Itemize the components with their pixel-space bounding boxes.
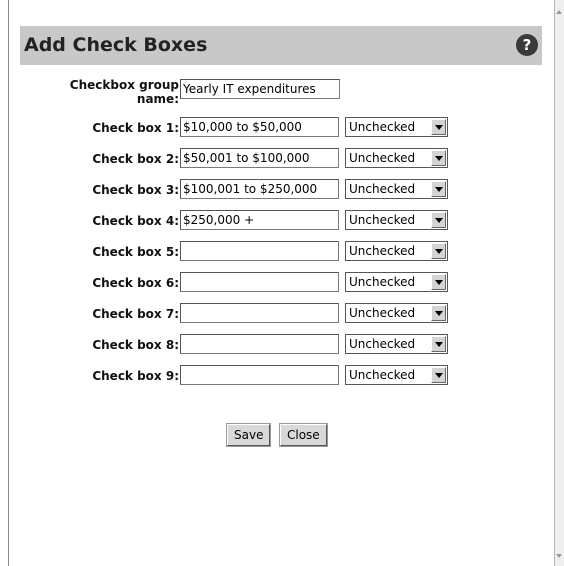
checkbox-row-2: Check box 2: Unchecked: [9, 148, 555, 172]
checkbox-6-state-select[interactable]: Unchecked: [345, 272, 448, 292]
checkbox-2-state-select[interactable]: Unchecked: [345, 148, 448, 168]
checkbox-9-label: Check box 9:: [92, 369, 179, 383]
chevron-down-icon[interactable]: [431, 367, 446, 383]
group-name-label: Checkbox group name:: [39, 78, 179, 106]
checkbox-6-input[interactable]: [180, 272, 339, 292]
checkbox-4-label: Check box 4:: [92, 214, 179, 228]
checkbox-row-6: Check box 6: Unchecked: [9, 272, 555, 296]
checkbox-row-1: Check box 1: Unchecked: [9, 117, 555, 141]
group-name-row: Checkbox group name:: [9, 78, 555, 106]
dialog-titlebar: Add Check Boxes ?: [20, 26, 542, 65]
add-check-boxes-dialog: Add Check Boxes ? Checkbox group name: C…: [8, 0, 555, 566]
checkbox-4-state-value: Unchecked: [349, 213, 416, 227]
checkbox-1-state-value: Unchecked: [349, 120, 416, 134]
chevron-down-icon[interactable]: [431, 336, 446, 352]
checkbox-3-input[interactable]: [180, 179, 339, 199]
group-name-label-line2: name:: [136, 92, 179, 106]
scroll-up-icon[interactable]: [556, 8, 563, 18]
checkbox-9-state-value: Unchecked: [349, 368, 416, 382]
checkbox-7-label: Check box 7:: [92, 307, 179, 321]
checkbox-3-state-value: Unchecked: [349, 182, 416, 196]
chevron-down-icon[interactable]: [431, 212, 446, 228]
checkbox-row-7: Check box 7: Unchecked: [9, 303, 555, 327]
checkbox-3-label: Check box 3:: [92, 183, 179, 197]
checkbox-1-label: Check box 1:: [92, 121, 179, 135]
chevron-down-icon[interactable]: [431, 119, 446, 135]
checkbox-8-state-select[interactable]: Unchecked: [345, 334, 448, 354]
checkbox-row-3: Check box 3: Unchecked: [9, 179, 555, 203]
checkbox-5-state-select[interactable]: Unchecked: [345, 241, 448, 261]
checkbox-row-8: Check box 8: Unchecked: [9, 334, 555, 358]
chevron-down-icon[interactable]: [431, 243, 446, 259]
checkbox-8-label: Check box 8:: [92, 338, 179, 352]
checkbox-5-state-value: Unchecked: [349, 244, 416, 258]
save-button[interactable]: Save: [225, 423, 272, 447]
checkbox-2-input[interactable]: [180, 148, 339, 168]
vertical-scrollbar[interactable]: [554, 0, 564, 566]
checkbox-4-input[interactable]: [180, 210, 339, 230]
checkbox-1-state-select[interactable]: Unchecked: [345, 117, 448, 137]
checkbox-6-state-value: Unchecked: [349, 275, 416, 289]
group-name-input[interactable]: [180, 79, 340, 99]
checkbox-2-state-value: Unchecked: [349, 151, 416, 165]
checkbox-4-state-select[interactable]: Unchecked: [345, 210, 448, 230]
checkbox-5-label: Check box 5:: [92, 245, 179, 259]
help-icon[interactable]: ?: [516, 34, 538, 56]
checkbox-9-state-select[interactable]: Unchecked: [345, 365, 448, 385]
checkbox-3-state-select[interactable]: Unchecked: [345, 179, 448, 199]
checkbox-8-state-value: Unchecked: [349, 337, 416, 351]
group-name-label-line1: Checkbox group: [69, 78, 179, 92]
chevron-down-icon[interactable]: [431, 274, 446, 290]
checkbox-7-state-select[interactable]: Unchecked: [345, 303, 448, 323]
checkbox-row-9: Check box 9: Unchecked: [9, 365, 555, 389]
checkbox-5-input[interactable]: [180, 241, 339, 261]
chevron-down-icon[interactable]: [431, 150, 446, 166]
close-button[interactable]: Close: [279, 423, 328, 447]
checkbox-6-label: Check box 6:: [92, 276, 179, 290]
checkbox-9-input[interactable]: [180, 365, 339, 385]
checkbox-7-input[interactable]: [180, 303, 339, 323]
checkbox-row-4: Check box 4: Unchecked: [9, 210, 555, 234]
checkbox-7-state-value: Unchecked: [349, 306, 416, 320]
checkbox-2-label: Check box 2:: [92, 152, 179, 166]
dialog-title: Add Check Boxes: [24, 34, 208, 56]
checkbox-row-5: Check box 5: Unchecked: [9, 241, 555, 265]
checkbox-8-input[interactable]: [180, 334, 339, 354]
checkbox-1-input[interactable]: [180, 117, 339, 137]
scroll-down-icon[interactable]: [556, 552, 563, 562]
chevron-down-icon[interactable]: [431, 305, 446, 321]
chevron-down-icon[interactable]: [431, 181, 446, 197]
